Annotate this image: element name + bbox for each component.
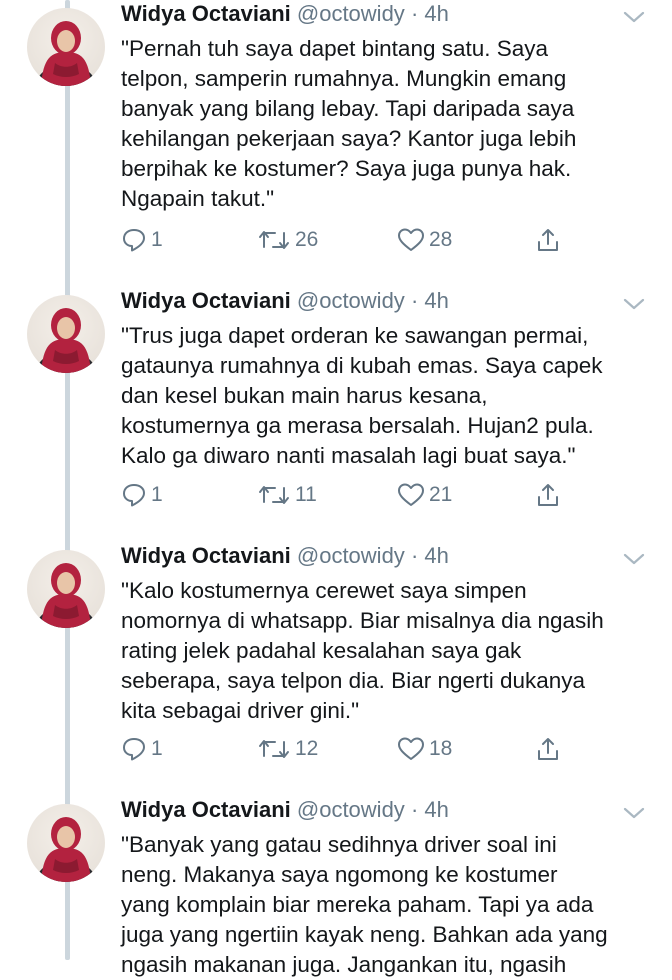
share-icon (538, 484, 558, 506)
heart-icon (398, 228, 424, 251)
avatar[interactable] (27, 8, 105, 86)
tweet-text: "Kalo kostumernya cerewet saya simpen no… (121, 578, 604, 723)
retweet-count: 26 (295, 228, 319, 251)
share-button[interactable] (535, 735, 561, 763)
like-count: 28 (429, 228, 453, 251)
author-name[interactable]: Widya Octaviani (121, 543, 291, 568)
heart-icon (398, 737, 424, 760)
avatar[interactable] (27, 295, 105, 373)
reply-icon (123, 738, 145, 761)
like-button[interactable]: 28 (397, 226, 452, 254)
profile-photo (36, 817, 96, 882)
tweet-content: Widya Octaviani @octowidy · 4h "Pernah t… (121, 0, 651, 252)
separator: · (410, 288, 419, 313)
tweet-header: Widya Octaviani @octowidy · 4h (121, 542, 651, 570)
profile-photo (36, 21, 96, 86)
author-name[interactable]: Widya Octaviani (121, 797, 291, 822)
like-button[interactable]: 18 (397, 735, 452, 763)
avatar[interactable] (27, 804, 105, 882)
separator: · (410, 1, 419, 26)
share-icon (538, 738, 558, 760)
author-name[interactable]: Widya Octaviani (121, 1, 291, 26)
separator: · (410, 797, 419, 822)
timestamp[interactable]: 4h (424, 543, 448, 568)
reply-count: 1 (151, 228, 163, 251)
author-handle[interactable]: @octowidy (297, 288, 405, 313)
timestamp[interactable]: 4h (424, 288, 448, 313)
reply-button[interactable]: 1 (121, 481, 163, 509)
reply-icon (123, 229, 145, 252)
profile-photo (36, 308, 96, 373)
reply-button[interactable]: 1 (121, 735, 163, 763)
retweet-button[interactable]: 26 (257, 226, 318, 254)
tweet-content: Widya Octaviani @octowidy · 4h "Kalo kos… (121, 542, 651, 761)
reply-count: 1 (151, 483, 163, 506)
share-button[interactable] (535, 226, 561, 254)
avatar[interactable] (27, 550, 105, 628)
tweet-content: Widya Octaviani @octowidy · 4h "Trus jug… (121, 287, 651, 507)
author-handle[interactable]: @octowidy (297, 543, 405, 568)
retweet-button[interactable]: 11 (257, 481, 317, 509)
reply-icon (123, 484, 145, 507)
separator: · (410, 543, 419, 568)
tweet-text: "Trus juga dapet orderan ke sawangan per… (121, 323, 603, 468)
chevron-down-icon[interactable] (621, 804, 647, 822)
tweet-actions: 1 11 21 (121, 481, 651, 509)
tweet-header: Widya Octaviani @octowidy · 4h (121, 796, 651, 824)
retweet-count: 11 (295, 483, 317, 506)
retweet-count: 12 (295, 737, 319, 760)
retweet-icon (259, 740, 289, 758)
chevron-down-icon[interactable] (621, 550, 647, 568)
author-name[interactable]: Widya Octaviani (121, 288, 291, 313)
reply-count: 1 (151, 737, 163, 760)
tweet-actions: 1 26 28 (121, 226, 651, 254)
retweet-button[interactable]: 12 (257, 735, 318, 763)
tweet-content: Widya Octaviani @octowidy · 4h "Banyak y… (121, 796, 651, 980)
like-count: 21 (429, 483, 453, 506)
author-handle[interactable]: @octowidy (297, 797, 405, 822)
tweet-text: "Banyak yang gatau sedihnya driver soal … (121, 832, 608, 977)
share-icon (538, 229, 558, 251)
timestamp[interactable]: 4h (424, 797, 448, 822)
tweet-text: "Pernah tuh saya dapet bintang satu. Say… (121, 36, 577, 211)
chevron-down-icon[interactable] (621, 8, 647, 26)
chevron-down-icon[interactable] (621, 295, 647, 313)
tweet-header: Widya Octaviani @octowidy · 4h (121, 287, 651, 315)
share-button[interactable] (535, 481, 561, 509)
like-count: 18 (429, 737, 453, 760)
profile-photo (36, 563, 96, 628)
tweet-header: Widya Octaviani @octowidy · 4h (121, 0, 651, 28)
retweet-icon (259, 231, 289, 249)
heart-icon (398, 483, 424, 506)
author-handle[interactable]: @octowidy (297, 1, 405, 26)
timestamp[interactable]: 4h (424, 1, 448, 26)
tweet-actions: 1 12 18 (121, 735, 651, 763)
like-button[interactable]: 21 (397, 481, 452, 509)
reply-button[interactable]: 1 (121, 226, 163, 254)
retweet-icon (259, 486, 289, 504)
